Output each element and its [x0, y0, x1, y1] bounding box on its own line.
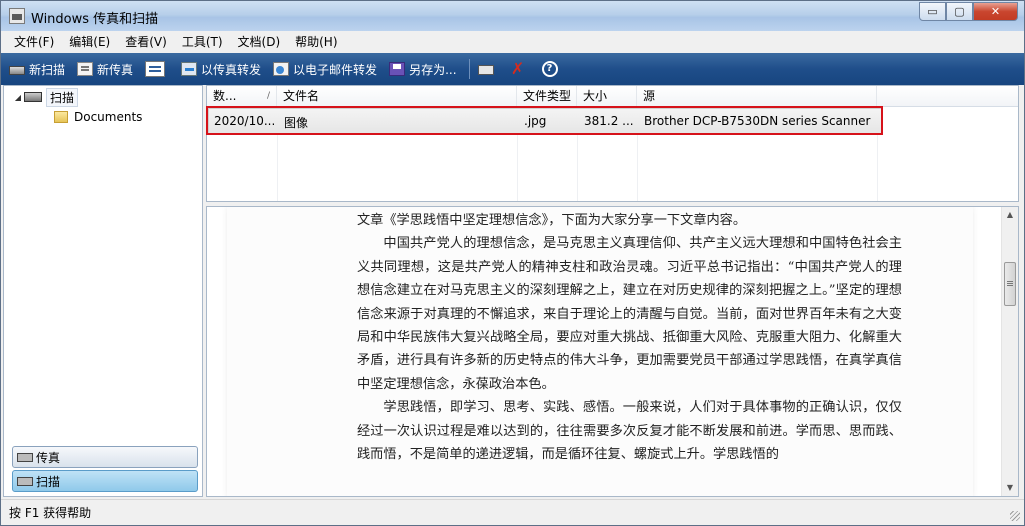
menu-document[interactable]: 文档(D)	[231, 33, 289, 50]
sort-indicator-icon: /	[266, 91, 270, 101]
nav-fax-label: 传真	[36, 450, 61, 465]
column-header-filename[interactable]: 文件名	[277, 86, 517, 107]
app-window: Windows 传真和扫描 ▭ ▢ ✕ 文件(F) 编辑(E) 查看(V) 工具…	[0, 0, 1025, 526]
forward-as-email-button[interactable]: 以电子邮件转发	[273, 61, 377, 78]
folder-icon	[54, 111, 68, 123]
list-header: 数... / 文件名 文件类型 大小 源	[207, 86, 1018, 107]
menu-tools[interactable]: 工具(T)	[175, 33, 231, 50]
scroll-up-arrow-icon[interactable]: ▲	[1002, 207, 1018, 223]
new-scan-button[interactable]: 新扫描	[9, 61, 65, 78]
tree-item-scan[interactable]: ◢ 扫描	[12, 87, 79, 107]
column-header-size[interactable]: 大小	[577, 86, 637, 107]
cell-size: 381.2 ...	[584, 114, 634, 128]
vertical-scrollbar[interactable]: ▲ ▼	[1001, 207, 1018, 496]
menu-help[interactable]: 帮助(H)	[288, 33, 345, 50]
fax-icon	[17, 452, 33, 462]
cell-source: Brother DCP-B7530DN series Scanner	[644, 114, 871, 128]
toolbar-separator	[468, 59, 470, 79]
folder-tree-pane: ◢ 扫描 Documents	[3, 85, 203, 497]
email-icon	[273, 62, 290, 76]
menu-bar: 文件(F) 编辑(E) 查看(V) 工具(T) 文档(D) 帮助(H)	[1, 31, 1024, 51]
column-header-source[interactable]: 源	[637, 86, 877, 107]
delete-button[interactable]: ✗	[510, 59, 530, 78]
resize-grip-icon[interactable]	[1010, 511, 1020, 521]
delete-icon: ✗	[510, 59, 525, 78]
preview-paragraph: 文章《学思践悟中坚定理想信念》，下面为大家分享一下文章内容。	[357, 213, 747, 228]
toolbar: 新扫描 新传真 以传真转发 以电子邮件转发 另存为... ✗ ?	[1, 53, 1024, 85]
tree-item-documents[interactable]: Documents	[54, 108, 142, 126]
scanner-icon	[24, 92, 42, 102]
window-title: Windows 传真和扫描	[31, 12, 159, 27]
close-button[interactable]: ✕	[973, 2, 1018, 21]
maximize-button[interactable]: ▢	[946, 2, 973, 21]
menu-edit[interactable]: 编辑(E)	[62, 33, 118, 50]
scrollbar-thumb[interactable]	[1004, 262, 1016, 306]
cell-filetype: .jpg	[524, 114, 547, 128]
column-header-date-label: 数...	[213, 89, 237, 103]
status-bar: 按 F1 获得帮助	[1, 499, 1024, 525]
scanned-text: 文章《学思践悟中坚定理想信念》，下面为大家分享一下文章内容。 中国共产党人的理想…	[357, 209, 902, 466]
preview-paragraph: 学思践悟，即学习、思考、实践、感悟。一般来说，人们对于具体事物的正确认识，仅仅经…	[357, 400, 902, 463]
table-row[interactable]: 2020/10... 图像 .jpg 381.2 ... Brother DCP…	[208, 108, 883, 134]
nav-scan-label: 扫描	[36, 474, 61, 489]
new-fax-icon	[77, 62, 94, 76]
fax-scan-app-icon	[9, 8, 25, 24]
new-fax-button[interactable]: 新传真	[77, 61, 133, 78]
minimize-button[interactable]: ▭	[919, 2, 946, 21]
caption-buttons: ▭ ▢ ✕	[919, 2, 1018, 22]
scanner-icon	[17, 476, 33, 486]
new-scan-label: 新扫描	[29, 62, 66, 77]
collapse-arrow-icon[interactable]: ◢	[12, 93, 24, 102]
scanner-icon	[9, 66, 25, 75]
tree-item-documents-label: Documents	[74, 110, 143, 124]
menu-file[interactable]: 文件(F)	[7, 33, 62, 50]
nav-fax-button[interactable]: 传真	[12, 446, 198, 468]
document-preview[interactable]: 文章《学思践悟中坚定理想信念》，下面为大家分享一下文章内容。 中国共产党人的理想…	[206, 206, 1019, 497]
column-header-date[interactable]: 数... /	[207, 86, 277, 107]
new-fax-label: 新传真	[97, 62, 134, 77]
preview-paragraph: 中国共产党人的理想信念，是马克思主义真理信仰、共产主义远大理想和中国特色社会主义…	[357, 236, 902, 392]
print-icon	[477, 65, 494, 75]
view-document-button[interactable]	[145, 61, 169, 77]
forward-as-fax-button[interactable]: 以传真转发	[181, 61, 261, 78]
forward-as-fax-label: 以传真转发	[201, 62, 262, 77]
forward-as-email-label: 以电子邮件转发	[293, 62, 378, 77]
help-button[interactable]: ?	[541, 61, 562, 77]
title-bar[interactable]: Windows 传真和扫描 ▭ ▢ ✕	[1, 1, 1024, 31]
column-header-filetype[interactable]: 文件类型	[517, 86, 577, 107]
nav-scan-button[interactable]: 扫描	[12, 470, 198, 492]
menu-view[interactable]: 查看(V)	[118, 33, 175, 50]
save-icon	[389, 62, 406, 76]
help-icon: ?	[541, 61, 558, 77]
status-text: 按 F1 获得帮助	[9, 506, 92, 520]
document-view-icon	[145, 61, 166, 77]
cell-date: 2020/10...	[214, 114, 274, 128]
scroll-down-arrow-icon[interactable]: ▼	[1002, 480, 1018, 496]
tree-item-scan-label: 扫描	[46, 87, 79, 107]
file-list: 数... / 文件名 文件类型 大小 源 2020/10... 图像 .jpg …	[206, 85, 1019, 202]
print-button[interactable]	[477, 63, 498, 75]
save-as-button[interactable]: 另存为...	[389, 61, 457, 78]
save-as-label: 另存为...	[409, 62, 457, 77]
forward-fax-icon	[181, 62, 198, 76]
cell-filename: 图像	[284, 116, 309, 130]
